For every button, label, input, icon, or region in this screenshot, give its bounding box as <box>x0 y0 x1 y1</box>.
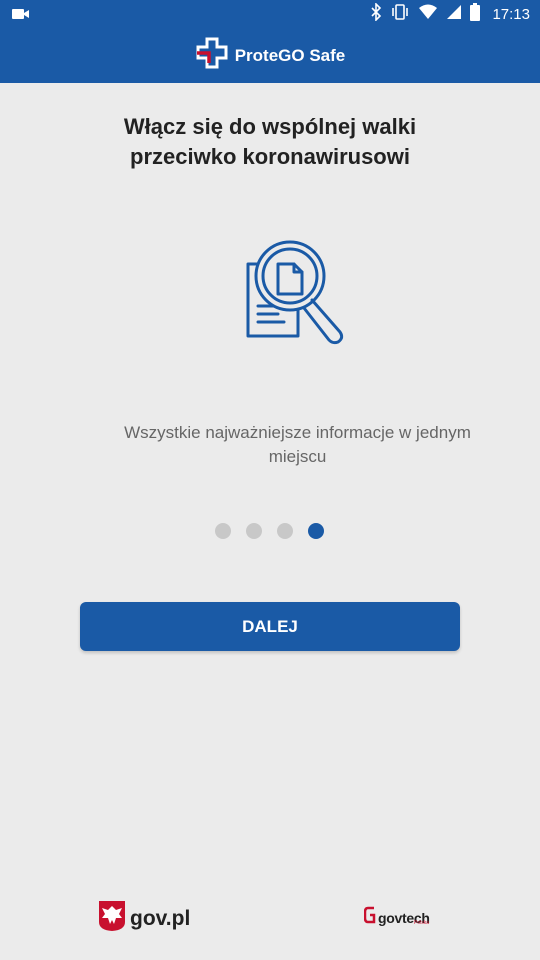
video-camera-icon <box>12 7 30 26</box>
app-title: ProteGO Safe <box>234 45 346 65</box>
gov-pl-label: gov.pl <box>130 906 191 930</box>
page-dot-active[interactable] <box>308 523 324 539</box>
eagle-emblem-icon <box>98 900 126 937</box>
app-bar: ProteGO Safe <box>0 28 540 83</box>
vibrate-icon <box>390 3 410 26</box>
onboarding-description: Wszystkie najważniejsze informacje w jed… <box>124 423 471 466</box>
page-indicator <box>215 523 324 539</box>
bluetooth-icon <box>370 1 382 26</box>
battery-icon <box>470 2 481 26</box>
gov-pl-logo: gov.pl <box>98 900 190 937</box>
page-dot[interactable] <box>277 523 293 539</box>
status-time: 17:13 <box>492 5 530 23</box>
wifi-icon <box>418 4 438 25</box>
govtech-mark-icon <box>363 906 376 929</box>
page-dot[interactable] <box>215 523 231 539</box>
document-magnifier-icon <box>240 236 356 357</box>
signal-icon <box>446 4 462 25</box>
govtech-logo: govtech Polska <box>363 906 430 929</box>
page-dot[interactable] <box>246 523 262 539</box>
next-button[interactable]: DALEJ <box>80 602 460 651</box>
govtech-sublabel: Polska <box>414 920 430 926</box>
status-bar: 17:13 <box>0 0 540 28</box>
page-title: Włącz się do wspólnej walki przeciwko ko… <box>123 114 417 169</box>
medical-cross-icon <box>195 37 229 74</box>
